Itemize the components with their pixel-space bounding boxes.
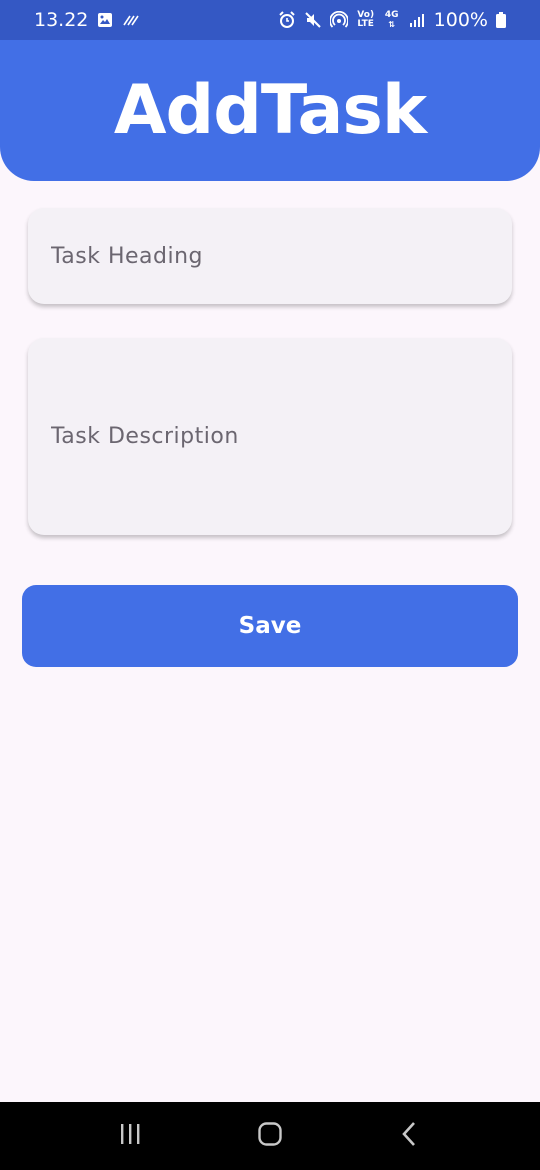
battery-percent: 100% [433, 9, 488, 31]
task-heading-input[interactable] [51, 243, 512, 269]
volte-bottom-label: LTE [357, 19, 374, 29]
app-header: AddTask [0, 40, 540, 181]
system-nav-bar [0, 1102, 540, 1170]
status-bar: 13.22 Vo) LTE 4G ⇅ 100% [0, 0, 540, 40]
task-heading-field[interactable] [28, 208, 512, 304]
back-icon [400, 1121, 420, 1151]
home-icon [257, 1121, 283, 1151]
volte-icon: Vo) LTE [356, 11, 376, 29]
back-button[interactable] [380, 1116, 440, 1156]
status-right: Vo) LTE 4G ⇅ 100% [278, 9, 506, 31]
task-description-input[interactable] [51, 421, 512, 452]
save-button[interactable]: Save [22, 585, 518, 667]
network-type-icon: 4G ⇅ [384, 10, 400, 30]
page-title: AddTask [113, 71, 427, 150]
recents-button[interactable] [100, 1116, 160, 1156]
hotspot-icon [329, 11, 348, 29]
status-time: 13.22 [34, 9, 89, 31]
mute-icon [304, 11, 322, 29]
gallery-icon [96, 11, 114, 29]
task-description-field[interactable] [28, 338, 512, 535]
recents-icon [118, 1122, 142, 1150]
network-type-label: 4G [384, 10, 399, 20]
home-button[interactable] [240, 1116, 300, 1156]
data-saver-icon [122, 11, 140, 29]
alarm-icon [278, 11, 296, 29]
battery-icon [496, 11, 506, 29]
status-left: 13.22 [34, 9, 140, 31]
signal-icon [408, 11, 426, 29]
data-arrows-icon: ⇅ [388, 20, 396, 29]
